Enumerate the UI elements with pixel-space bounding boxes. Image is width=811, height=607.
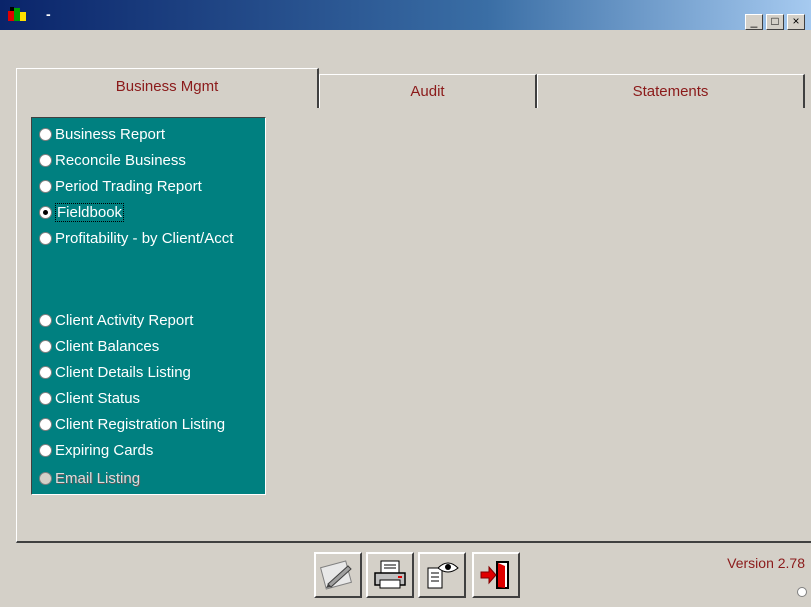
option-client-status[interactable]: Client Status xyxy=(39,387,140,409)
version-label: Version 2.78 xyxy=(727,555,805,571)
exit-door-icon xyxy=(480,561,509,589)
radio-button[interactable] xyxy=(39,391,52,405)
radio-button[interactable] xyxy=(39,365,52,379)
option-fieldbook[interactable]: Fieldbook xyxy=(39,201,125,223)
option-profitability[interactable]: Profitability - by Client/Acct xyxy=(39,227,233,249)
window-title: - xyxy=(46,6,51,22)
option-client-balances[interactable]: Client Balances xyxy=(39,335,159,357)
option-label: Fieldbook xyxy=(55,202,125,222)
resize-grip-icon[interactable] xyxy=(797,587,807,597)
option-label: Expiring Cards xyxy=(55,441,154,459)
tab-business-mgmt[interactable]: Business Mgmt xyxy=(16,68,319,108)
option-email-listing: Email Listing xyxy=(39,467,140,489)
option-label: Client Registration Listing xyxy=(55,415,226,433)
option-label: Client Details Listing xyxy=(55,363,191,381)
minimize-button[interactable]: _ xyxy=(745,14,763,30)
exit-button[interactable] xyxy=(472,552,520,598)
option-label: Email Listing xyxy=(55,469,141,487)
radio-button[interactable] xyxy=(39,313,52,327)
radio-button[interactable] xyxy=(39,339,52,353)
printer-icon xyxy=(374,560,406,589)
app-icon xyxy=(8,7,26,21)
option-reconcile-business[interactable]: Reconcile Business xyxy=(39,149,186,171)
option-business-report[interactable]: Business Report xyxy=(39,123,165,145)
option-label: Period Trading Report xyxy=(55,177,202,195)
radio-button[interactable] xyxy=(39,153,52,167)
option-client-registration-listing[interactable]: Client Registration Listing xyxy=(39,413,225,435)
option-label: Business Report xyxy=(55,125,166,143)
tab-audit[interactable]: Audit xyxy=(319,74,537,108)
option-period-trading-report[interactable]: Period Trading Report xyxy=(39,175,202,197)
title-bar: - _ □ × xyxy=(0,0,811,30)
option-label: Reconcile Business xyxy=(55,151,186,169)
radio-button[interactable] xyxy=(39,417,52,431)
option-label: Client Status xyxy=(55,389,141,407)
option-client-activity-report[interactable]: Client Activity Report xyxy=(39,309,193,331)
print-button[interactable] xyxy=(366,552,414,598)
tab-statements[interactable]: Statements xyxy=(537,74,805,108)
preview-eye-icon xyxy=(427,562,459,589)
option-label: Client Activity Report xyxy=(55,311,194,329)
radio-button[interactable] xyxy=(39,231,52,245)
radio-button-selected[interactable] xyxy=(39,205,52,219)
edit-pencil-icon xyxy=(320,560,353,590)
radio-button[interactable] xyxy=(39,127,52,141)
close-button[interactable]: × xyxy=(787,14,805,30)
radio-button[interactable] xyxy=(39,443,52,457)
radio-button[interactable] xyxy=(39,179,52,193)
edit-button[interactable] xyxy=(314,552,362,598)
option-expiring-cards[interactable]: Expiring Cards xyxy=(39,439,153,461)
option-client-details-listing[interactable]: Client Details Listing xyxy=(39,361,191,383)
maximize-button[interactable]: □ xyxy=(766,14,784,30)
option-label: Client Balances xyxy=(55,337,160,355)
option-label: Profitability - by Client/Acct xyxy=(55,229,234,247)
radio-button-disabled xyxy=(39,471,52,485)
preview-button[interactable] xyxy=(418,552,466,598)
